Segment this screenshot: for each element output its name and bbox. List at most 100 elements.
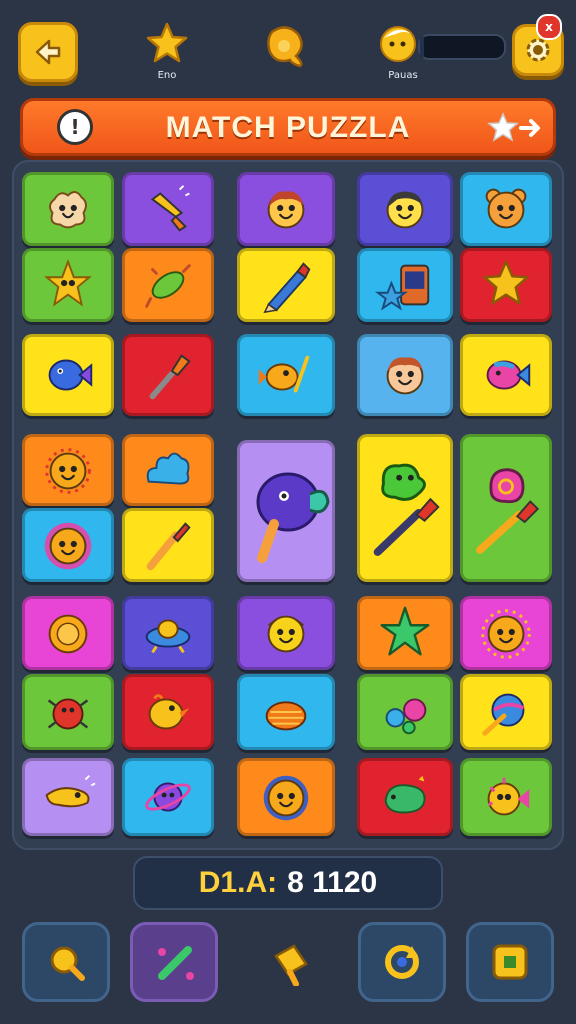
back-arrow-icon (35, 39, 61, 65)
candy-rocket-icon (145, 264, 191, 308)
tile-green-star[interactable] (357, 596, 453, 670)
fish-icon (48, 359, 93, 391)
bird-icon (148, 694, 190, 730)
torch-icon (149, 354, 191, 400)
tile-orange-ball[interactable] (22, 596, 114, 670)
tile-flying-fish[interactable] (22, 758, 114, 836)
tile-shell[interactable] (237, 674, 335, 750)
starfish-icon (44, 258, 92, 307)
tile-star[interactable] (460, 248, 552, 322)
star-arrow-icon[interactable] (487, 111, 543, 145)
hammer-button[interactable] (246, 922, 334, 1002)
sun-face-icon (45, 448, 91, 494)
game-title: MATCH PUZZLA (165, 111, 411, 144)
tile-sun-face[interactable] (22, 434, 114, 506)
square-icon (492, 944, 528, 980)
tile-red-bug[interactable] (22, 674, 114, 750)
settings-badge: x (536, 14, 562, 40)
rainbow-fish-icon (486, 360, 531, 390)
tile-rocket[interactable] (122, 172, 214, 246)
tile-bubbles[interactable] (357, 674, 453, 750)
lollipop-fish-icon (256, 472, 330, 563)
star-tv-icon (374, 264, 430, 311)
paintbrush-icon (146, 522, 191, 571)
magnifier-icon (50, 946, 85, 981)
flower-face-icon (44, 522, 92, 570)
tile-yellow-chick[interactable] (237, 596, 335, 670)
crayon-icon (263, 262, 311, 314)
tile-flower-face[interactable] (22, 508, 114, 582)
boy-face-icon (386, 191, 424, 229)
tile-big-green-blob[interactable] (357, 434, 453, 582)
green-star-icon (380, 606, 430, 656)
girl-face-icon (267, 191, 305, 229)
green-blob-brush-icon (373, 463, 440, 556)
menu-button[interactable] (466, 922, 554, 1002)
tile-boy-face[interactable] (357, 172, 453, 246)
tile-girl-face[interactable] (237, 172, 335, 246)
tile-sunny-face[interactable] (460, 596, 552, 670)
tile-fish-wand[interactable] (237, 334, 335, 416)
tile-paintbrush[interactable] (122, 508, 214, 582)
tile-puffer-fish[interactable] (460, 758, 552, 836)
score-label: D1.A: (198, 866, 278, 899)
progress-bar (418, 34, 506, 60)
tile-star-tv[interactable] (357, 248, 453, 322)
tile-bear-face[interactable] (460, 172, 552, 246)
tile-bird[interactable] (122, 674, 214, 750)
score-panel: D1.A: 8 1120 (133, 856, 443, 910)
back-button[interactable] (18, 22, 78, 82)
tile-blue-cloud[interactable] (122, 434, 214, 506)
avatar[interactable] (378, 22, 420, 68)
star-icon (146, 22, 188, 63)
progress-fill (420, 36, 425, 58)
coin-icon (267, 26, 303, 68)
score-value: 8 1120 (287, 866, 378, 899)
tile-planet-brush[interactable] (460, 674, 552, 750)
star-label: Eno (157, 70, 177, 81)
tile-torch[interactable] (122, 334, 214, 416)
star-counter[interactable] (144, 20, 190, 66)
shell-icon (265, 701, 307, 731)
blue-cloud-icon (146, 452, 190, 485)
lion-face-icon (263, 775, 309, 821)
title-banner: ! MATCH PUZZLA (20, 98, 556, 156)
tile-kid-face[interactable] (357, 334, 453, 416)
cookie-face-icon (49, 191, 87, 229)
rocket-icon (150, 185, 190, 232)
fish-wand-icon (258, 355, 310, 393)
tile-fish[interactable] (22, 334, 114, 416)
bear-face-icon (485, 188, 527, 229)
coin-button[interactable] (262, 20, 310, 68)
hint-button[interactable] (22, 922, 110, 1002)
tile-lion-face[interactable] (237, 758, 335, 836)
orange-ball-icon (48, 614, 88, 654)
star-icon (483, 260, 529, 305)
flying-fish-icon (45, 775, 96, 808)
tile-ufo[interactable] (122, 596, 214, 670)
bubbles-icon (385, 698, 427, 735)
refresh-icon (385, 945, 419, 979)
green-dino-icon (384, 775, 426, 814)
kid-face-icon (386, 357, 424, 395)
refresh-button[interactable] (358, 922, 446, 1002)
ufo-icon (145, 619, 191, 654)
shuffle-button[interactable] (130, 922, 218, 1002)
tile-rainbow-fish[interactable] (460, 334, 552, 416)
wand-icon (158, 946, 194, 980)
yellow-chick-icon (267, 615, 305, 653)
tile-cookie-face[interactable] (22, 172, 114, 246)
tile-green-dino[interactable] (357, 758, 453, 836)
tile-candy-rocket[interactable] (122, 248, 214, 322)
red-bug-icon (47, 698, 89, 730)
tile-starfish[interactable] (22, 248, 114, 322)
tile-crayon[interactable] (237, 248, 335, 322)
avatar-icon (380, 26, 416, 62)
tile-big-lollipop-fish[interactable] (237, 440, 335, 582)
snail-brush-icon (476, 468, 540, 554)
tile-big-snail-brush[interactable] (460, 434, 552, 582)
tile-saturn[interactable] (122, 758, 214, 836)
hammer-icon (274, 944, 308, 986)
planet-brush-icon (482, 693, 525, 736)
saturn-icon (145, 782, 191, 812)
